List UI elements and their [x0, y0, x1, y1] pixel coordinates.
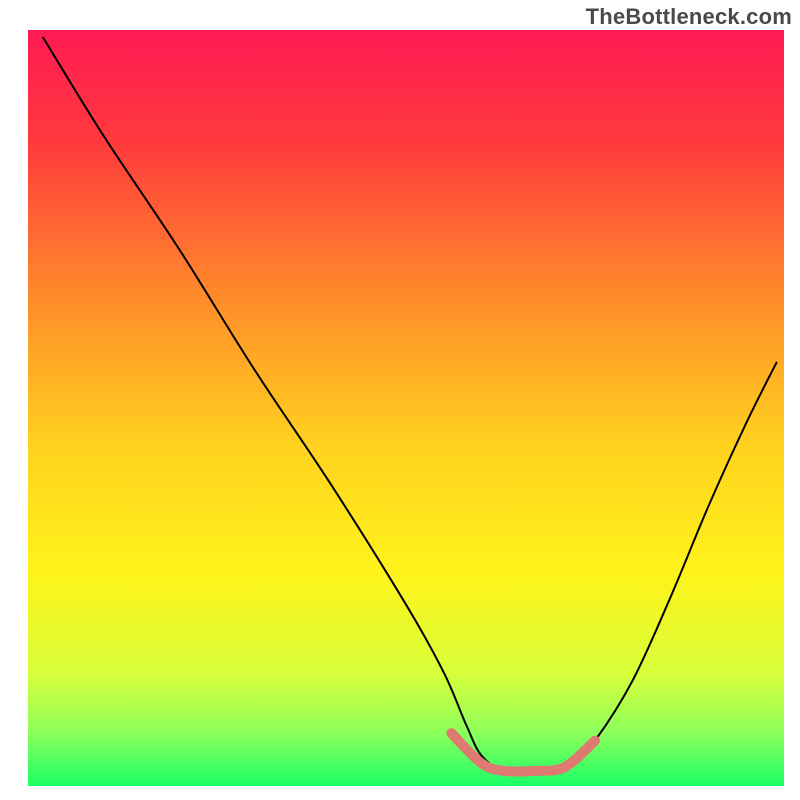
chart-stage: TheBottleneck.com [0, 0, 800, 800]
bottleneck-chart [0, 0, 800, 800]
watermark-text: TheBottleneck.com [586, 4, 792, 30]
plot-background [28, 30, 784, 786]
